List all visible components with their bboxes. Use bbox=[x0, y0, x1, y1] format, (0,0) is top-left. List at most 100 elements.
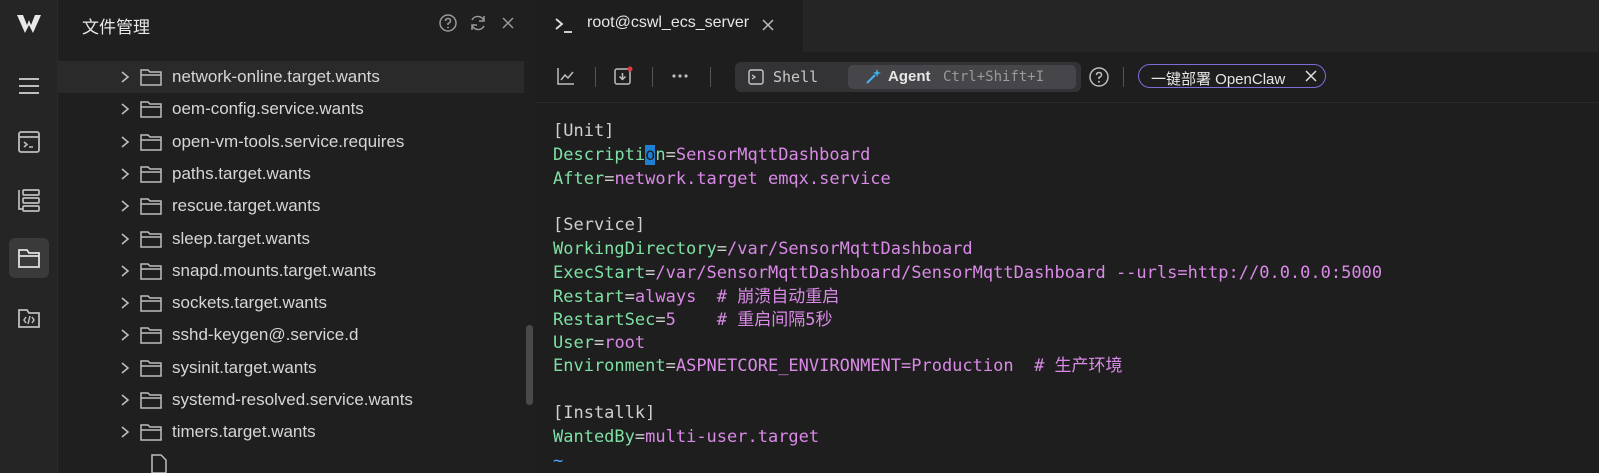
folder-icon bbox=[140, 327, 162, 345]
tree-folder-label: sshd-keygen@.service.d bbox=[172, 325, 359, 345]
tree-folder-row[interactable]: snapd.mounts.target.wants bbox=[58, 255, 524, 287]
tab-ssh-session[interactable]: root@cswl_ecs_server bbox=[535, 0, 803, 52]
scrollbar-thumb[interactable] bbox=[526, 325, 533, 405]
terminal-line-environment: Environment=ASPNETCORE_ENVIRONMENT=Produ… bbox=[553, 356, 1123, 376]
tree-folder-row[interactable]: timers.target.wants bbox=[58, 416, 524, 448]
activity-bar bbox=[0, 0, 58, 473]
tab-close-icon[interactable] bbox=[759, 16, 777, 34]
folder-icon bbox=[140, 295, 162, 312]
tree-folder-row[interactable]: oem-config.service.wants bbox=[58, 93, 524, 125]
shell-icon bbox=[748, 69, 764, 85]
terminal-line-user: User=root bbox=[553, 333, 646, 353]
chevron-right-icon[interactable] bbox=[118, 101, 132, 117]
tree-folder-row[interactable]: sshd-keygen@.service.d bbox=[58, 319, 524, 351]
toolbar-divider bbox=[1123, 67, 1124, 87]
tree-folder-label: systemd-resolved.service.wants bbox=[172, 390, 413, 409]
chevron-right-icon[interactable] bbox=[118, 231, 132, 247]
tree-folder-label: sysinit.target.wants bbox=[172, 357, 317, 377]
tree-folder-label: sockets.target.wants bbox=[172, 293, 327, 313]
tab-bar: root@cswl_ecs_server bbox=[535, 0, 1599, 52]
shell-mode-button[interactable]: Shell bbox=[747, 67, 818, 87]
chevron-right-icon[interactable] bbox=[118, 134, 132, 150]
chevron-right-icon[interactable] bbox=[118, 263, 132, 279]
menu-icon[interactable] bbox=[9, 66, 49, 106]
shell-label: Shell bbox=[773, 68, 819, 86]
terminal-prompt-icon bbox=[555, 18, 572, 33]
download-record-icon[interactable] bbox=[612, 65, 634, 87]
folder-icon bbox=[140, 424, 162, 442]
folder-icon bbox=[140, 198, 162, 215]
tree-folder-row[interactable]: network-online.target.wants bbox=[58, 61, 524, 93]
agent-shortcut: Ctrl+Shift+I bbox=[943, 69, 1045, 85]
toolbar-divider bbox=[710, 67, 711, 87]
tree-folder-label: oem-config.service.wants bbox=[172, 99, 364, 119]
terminal-line-wantedby: WantedBy=multi-user.target bbox=[553, 427, 820, 447]
tree-folder-label: paths.target.wants bbox=[172, 163, 311, 183]
terminal-pane: root@cswl_ecs_server Shell Agent Ctrl+Sh… bbox=[535, 0, 1599, 473]
close-icon[interactable] bbox=[498, 13, 518, 33]
text-cursor: o bbox=[645, 145, 656, 165]
terminal-icon[interactable] bbox=[9, 122, 49, 162]
terminal-toolbar: Shell Agent Ctrl+Shift+I 一键部署 OpenClaw bbox=[535, 52, 1599, 103]
folder-icon bbox=[140, 101, 162, 119]
file-icon bbox=[151, 454, 167, 473]
more-options-icon[interactable] bbox=[669, 65, 691, 87]
agent-mode-button[interactable]: Agent Ctrl+Shift+I bbox=[848, 65, 1076, 89]
server-list-icon[interactable] bbox=[9, 180, 49, 220]
tree-folder-label: rescue.target.wants bbox=[172, 196, 321, 216]
tree-folder-label: timers.target.wants bbox=[172, 422, 316, 442]
folder-icon bbox=[140, 359, 162, 377]
panel-title: 文件管理 bbox=[82, 18, 150, 37]
tree-folder-label: network-online.target.wants bbox=[172, 67, 380, 86]
terminal-line-restart: Restart=always # 崩溃自动重启 bbox=[553, 287, 840, 307]
tree-folder-label: sleep.target.wants bbox=[172, 228, 310, 248]
terminal-line-install-header: [Installk] bbox=[553, 403, 656, 423]
agent-label: Agent bbox=[888, 68, 931, 85]
panel-actions bbox=[438, 13, 518, 33]
tree-folder-row[interactable]: sysinit.target.wants bbox=[58, 352, 524, 384]
chevron-right-icon[interactable] bbox=[118, 69, 132, 85]
code-folder-icon[interactable] bbox=[9, 298, 49, 338]
tree-folder-row[interactable]: sleep.target.wants bbox=[58, 223, 524, 255]
help-icon[interactable] bbox=[1088, 66, 1110, 88]
file-panel-header: 文件管理 bbox=[58, 0, 534, 48]
folder-icon bbox=[140, 133, 162, 151]
tree-folder-row[interactable]: open-vm-tools.service.requires bbox=[58, 126, 524, 158]
tab-label: root@cswl_ecs_server bbox=[587, 14, 750, 31]
tree-folder-row[interactable]: rescue.target.wants bbox=[58, 190, 524, 222]
chevron-right-icon[interactable] bbox=[118, 295, 132, 311]
file-manager-icon[interactable] bbox=[9, 238, 49, 278]
chevron-right-icon[interactable] bbox=[118, 360, 132, 376]
chevron-right-icon[interactable] bbox=[118, 327, 132, 343]
tree-folder-label: snapd.mounts.target.wants bbox=[172, 260, 377, 280]
terminal-line-unit-header: [Unit] bbox=[553, 121, 615, 141]
toolbar-divider bbox=[652, 67, 653, 87]
tree-folder-row[interactable]: paths.target.wants bbox=[58, 158, 524, 190]
tree-folder-label: open-vm-tools.service.requires bbox=[172, 131, 405, 151]
chevron-right-icon[interactable] bbox=[118, 166, 132, 182]
chevron-right-icon[interactable] bbox=[118, 198, 132, 214]
folder-icon bbox=[140, 166, 162, 183]
terminal-line-description: Description=SensorMqttDashboard bbox=[553, 145, 871, 165]
chevron-right-icon[interactable] bbox=[118, 424, 132, 440]
refresh-icon[interactable] bbox=[468, 13, 488, 33]
folder-icon bbox=[140, 263, 162, 280]
deploy-openclaw-button[interactable]: 一键部署 OpenClaw bbox=[1138, 64, 1326, 88]
terminal-line-restartsec: RestartSec=5 # 重启间隔5秒 bbox=[553, 310, 833, 330]
dismiss-icon[interactable] bbox=[1304, 69, 1318, 83]
help-icon[interactable] bbox=[438, 13, 458, 33]
terminal-line-service-header: [Service] bbox=[553, 215, 646, 235]
folder-icon bbox=[140, 392, 162, 409]
tree-folder-row[interactable]: sockets.target.wants bbox=[58, 287, 524, 319]
terminal-output[interactable]: [Unit] Description=SensorMqttDashboard A… bbox=[535, 103, 1599, 473]
folder-icon bbox=[140, 69, 162, 86]
tree-folder-row[interactable]: systemd-resolved.service.wants bbox=[58, 384, 524, 416]
toolbar-divider bbox=[595, 67, 596, 87]
monitor-chart-icon[interactable] bbox=[555, 65, 577, 87]
terminal-line-workingdirectory: WorkingDirectory=/var/SensorMqttDashboar… bbox=[553, 239, 973, 259]
file-manager-panel: network-online.target.wants oem-config.se… bbox=[58, 0, 534, 473]
deploy-label: 一键部署 OpenClaw bbox=[1151, 71, 1286, 88]
agent-sparkle-icon bbox=[866, 69, 881, 84]
chevron-right-icon[interactable] bbox=[118, 392, 132, 408]
mode-switch: Shell Agent Ctrl+Shift+I bbox=[735, 62, 1081, 92]
